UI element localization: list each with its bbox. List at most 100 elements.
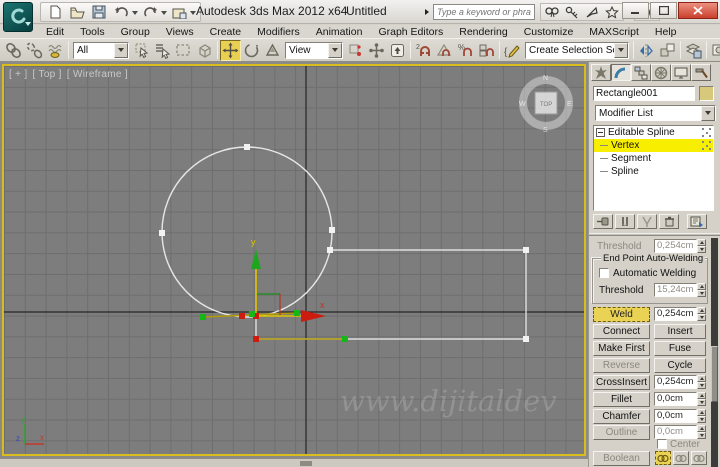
- boolean-button[interactable]: Boolean: [593, 451, 650, 466]
- object-color-swatch[interactable]: [699, 86, 714, 101]
- panel-scrollbar[interactable]: [711, 238, 718, 467]
- new-file-button[interactable]: [44, 3, 66, 21]
- tab-motion-icon[interactable]: [651, 64, 671, 81]
- make-unique-icon[interactable]: [637, 214, 657, 229]
- selected-vertex[interactable]: [239, 313, 245, 319]
- rectangular-selection-region-icon[interactable]: [173, 40, 194, 61]
- bind-to-spacewarp-icon[interactable]: [45, 40, 66, 61]
- select-and-link-icon[interactable]: [3, 40, 24, 61]
- open-file-button[interactable]: [66, 3, 88, 21]
- vertex[interactable]: [523, 336, 529, 342]
- tab-hierarchy-icon[interactable]: [631, 64, 651, 81]
- outline-button[interactable]: Outline: [593, 425, 650, 440]
- bezier-handle[interactable]: [200, 314, 206, 320]
- outline-field[interactable]: 0,0cm: [654, 425, 697, 439]
- threshold-spinner[interactable]: [697, 239, 706, 253]
- viewport-menu-plus[interactable]: [ + ]: [9, 69, 27, 80]
- redo-dropdown-arrow[interactable]: [161, 10, 167, 18]
- vertex[interactable]: [159, 230, 165, 236]
- menu-rendering[interactable]: Rendering: [451, 26, 515, 38]
- top-viewport[interactable]: y x N E S W TOP y x z [+] [Top] [Wi…: [4, 66, 584, 454]
- select-and-rotate-icon[interactable]: [241, 40, 262, 61]
- boolean-intersect-icon[interactable]: [691, 451, 707, 465]
- weld-threshold-field[interactable]: 0,254cm: [654, 307, 697, 321]
- menu-views[interactable]: Views: [158, 26, 202, 38]
- window-crossing-icon[interactable]: [194, 40, 215, 61]
- tab-create-icon[interactable]: [591, 64, 611, 81]
- maximize-button[interactable]: [650, 2, 677, 19]
- favorites-star-icon[interactable]: [603, 4, 621, 20]
- chamfer-button[interactable]: Chamfer: [593, 409, 650, 424]
- fuse-button[interactable]: Fuse: [654, 341, 706, 356]
- selected-vertex[interactable]: [253, 336, 259, 342]
- remove-modifier-icon[interactable]: [659, 214, 679, 229]
- minimize-button[interactable]: [622, 2, 649, 19]
- named-selection-set-dropdown[interactable]: Create Selection Se: [525, 41, 629, 59]
- fillet-field[interactable]: 0,0cm: [654, 392, 697, 406]
- search-history-button[interactable]: [424, 4, 433, 20]
- viewcube[interactable]: N E S W TOP: [519, 75, 573, 134]
- align-icon[interactable]: [657, 40, 678, 61]
- make-first-button[interactable]: Make First: [593, 341, 650, 356]
- select-by-name-icon[interactable]: [152, 40, 173, 61]
- modifier-list-dropdown[interactable]: Modifier List: [595, 105, 716, 121]
- stack-row-spline[interactable]: Spline: [594, 165, 713, 178]
- threshold-field[interactable]: 0,254cm: [654, 239, 697, 253]
- fillet-button[interactable]: Fillet: [593, 392, 650, 407]
- boolean-subtract-icon[interactable]: [673, 451, 689, 465]
- named-selection-sets-icon[interactable]: {: [502, 40, 523, 61]
- mirror-icon[interactable]: [636, 40, 657, 61]
- menu-modifiers[interactable]: Modifiers: [249, 26, 308, 38]
- menu-animation[interactable]: Animation: [308, 26, 371, 38]
- reference-coordinate-dropdown[interactable]: View: [285, 41, 343, 59]
- keyboard-override-icon[interactable]: [387, 40, 408, 61]
- select-and-scale-icon[interactable]: [262, 40, 283, 61]
- center-checkbox[interactable]: [657, 439, 667, 449]
- menu-graph-editors[interactable]: Graph Editors: [370, 26, 451, 38]
- layer-manager-icon[interactable]: [683, 40, 704, 61]
- tab-modify-icon[interactable]: [611, 64, 631, 81]
- viewport-menu-view[interactable]: [ Top ]: [33, 69, 62, 80]
- reverse-button[interactable]: Reverse: [593, 358, 650, 373]
- redo-button[interactable]: [139, 3, 161, 21]
- time-slider-sliver[interactable]: [300, 461, 312, 466]
- snap-toggle-2d-icon[interactable]: 2: [413, 40, 434, 61]
- boolean-union-icon[interactable]: [655, 451, 671, 465]
- vertex[interactable]: [523, 247, 529, 253]
- percent-snap-icon[interactable]: %: [455, 40, 476, 61]
- menu-create[interactable]: Create: [202, 26, 250, 38]
- configure-modifier-sets-icon[interactable]: [687, 214, 707, 229]
- gizmo-y-arrowhead[interactable]: [251, 249, 261, 269]
- tab-utilities-icon[interactable]: [691, 64, 711, 81]
- undo-dropdown-arrow[interactable]: [132, 10, 138, 18]
- application-menu-button[interactable]: [3, 2, 33, 32]
- object-name-field[interactable]: [593, 86, 695, 101]
- cross-insert-button[interactable]: CrossInsert: [593, 375, 650, 390]
- stack-row-vertex[interactable]: Vertex: [594, 139, 713, 152]
- vertex[interactable]: [329, 227, 335, 233]
- vertex[interactable]: [327, 247, 333, 253]
- unlink-selection-icon[interactable]: [24, 40, 45, 61]
- angle-snap-icon[interactable]: [434, 40, 455, 61]
- communication-center-icon[interactable]: [583, 4, 601, 20]
- select-and-move-icon[interactable]: [220, 39, 241, 61]
- viewport-menu-shading[interactable]: [ Wireframe ]: [67, 69, 128, 80]
- project-folder-button[interactable]: [168, 3, 190, 21]
- menu-customize[interactable]: Customize: [516, 26, 582, 38]
- cycle-button[interactable]: Cycle: [654, 358, 706, 373]
- save-button[interactable]: [88, 3, 110, 21]
- search-input[interactable]: [433, 4, 535, 20]
- rectangle-spline[interactable]: [255, 249, 527, 340]
- menu-help[interactable]: Help: [647, 26, 685, 38]
- pin-stack-icon[interactable]: [593, 214, 613, 229]
- bezier-handle[interactable]: [249, 311, 255, 317]
- stack-row-editable-spline[interactable]: Editable Spline: [594, 126, 713, 139]
- menu-tools[interactable]: Tools: [72, 26, 113, 38]
- insert-button[interactable]: Insert: [654, 324, 706, 339]
- show-end-result-icon[interactable]: [615, 214, 635, 229]
- fillet-spinner[interactable]: [697, 392, 706, 406]
- undo-button[interactable]: [110, 3, 132, 21]
- weld-spinner[interactable]: [697, 307, 706, 321]
- autoweld-threshold-field[interactable]: 15,24cm: [654, 283, 697, 297]
- collapse-icon[interactable]: [596, 128, 605, 137]
